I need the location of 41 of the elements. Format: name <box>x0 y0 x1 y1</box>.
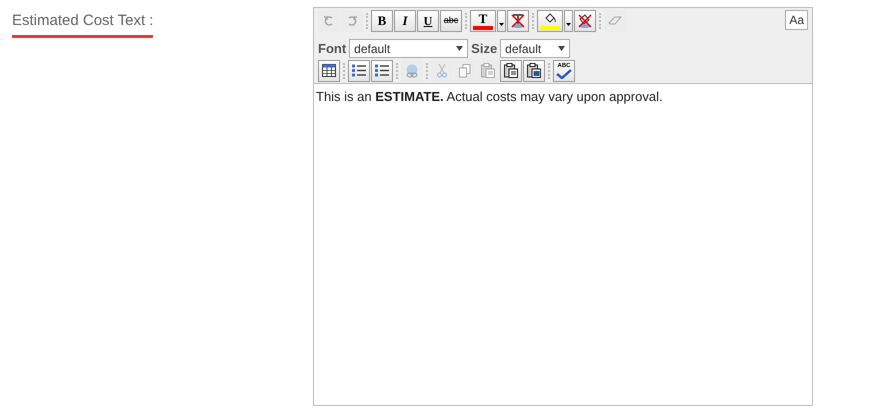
eraser-icon <box>608 16 622 26</box>
select-field[interactable]: default <box>500 39 570 58</box>
checkmark-icon <box>556 68 572 78</box>
table-button[interactable] <box>318 60 340 82</box>
paste-icon <box>481 63 495 78</box>
scissors-icon <box>437 64 447 78</box>
paste-word-button[interactable] <box>523 60 545 82</box>
size-label: Size <box>471 40 498 58</box>
content-text: This is an ESTIMATE. Actual costs may vary upon approval. <box>316 88 663 104</box>
bold-button[interactable]: B <box>371 10 393 32</box>
bullet-list-button[interactable] <box>348 60 370 82</box>
dropdown-button[interactable] <box>497 10 506 32</box>
dropdown-button[interactable] <box>564 10 573 32</box>
globe-link-icon <box>404 64 420 78</box>
underline-button[interactable]: U <box>417 10 439 32</box>
italic-button[interactable]: I <box>394 10 416 32</box>
paste-word-icon <box>527 63 541 78</box>
caret-icon <box>558 46 566 52</box>
table-icon <box>322 64 336 77</box>
select-field[interactable]: default <box>349 39 468 58</box>
numbered-list-icon <box>375 64 389 77</box>
styles-button[interactable]: Aa <box>785 10 808 30</box>
redo-icon <box>346 15 358 27</box>
caret-icon <box>566 23 571 26</box>
copy-icon <box>459 64 471 78</box>
undo-icon <box>323 15 335 27</box>
remove-fill-color-button[interactable] <box>574 10 596 32</box>
field-label: Estimated Cost Text : <box>12 10 154 38</box>
bullet-list-icon <box>352 64 366 77</box>
numbered-list-button[interactable] <box>371 60 393 82</box>
no-text-color-icon <box>510 13 526 29</box>
text-color-button[interactable]: T <box>470 10 496 32</box>
no-fill-icon <box>577 13 593 29</box>
fill-color-button[interactable] <box>537 10 563 32</box>
caret-icon <box>499 23 504 26</box>
font-label: Font <box>318 40 346 58</box>
caret-icon <box>456 46 464 52</box>
paste-text-icon <box>504 63 518 78</box>
remove-text-color-button[interactable] <box>507 10 529 32</box>
strike-button[interactable]: abc <box>440 10 462 32</box>
paste-text-button[interactable] <box>500 60 522 82</box>
